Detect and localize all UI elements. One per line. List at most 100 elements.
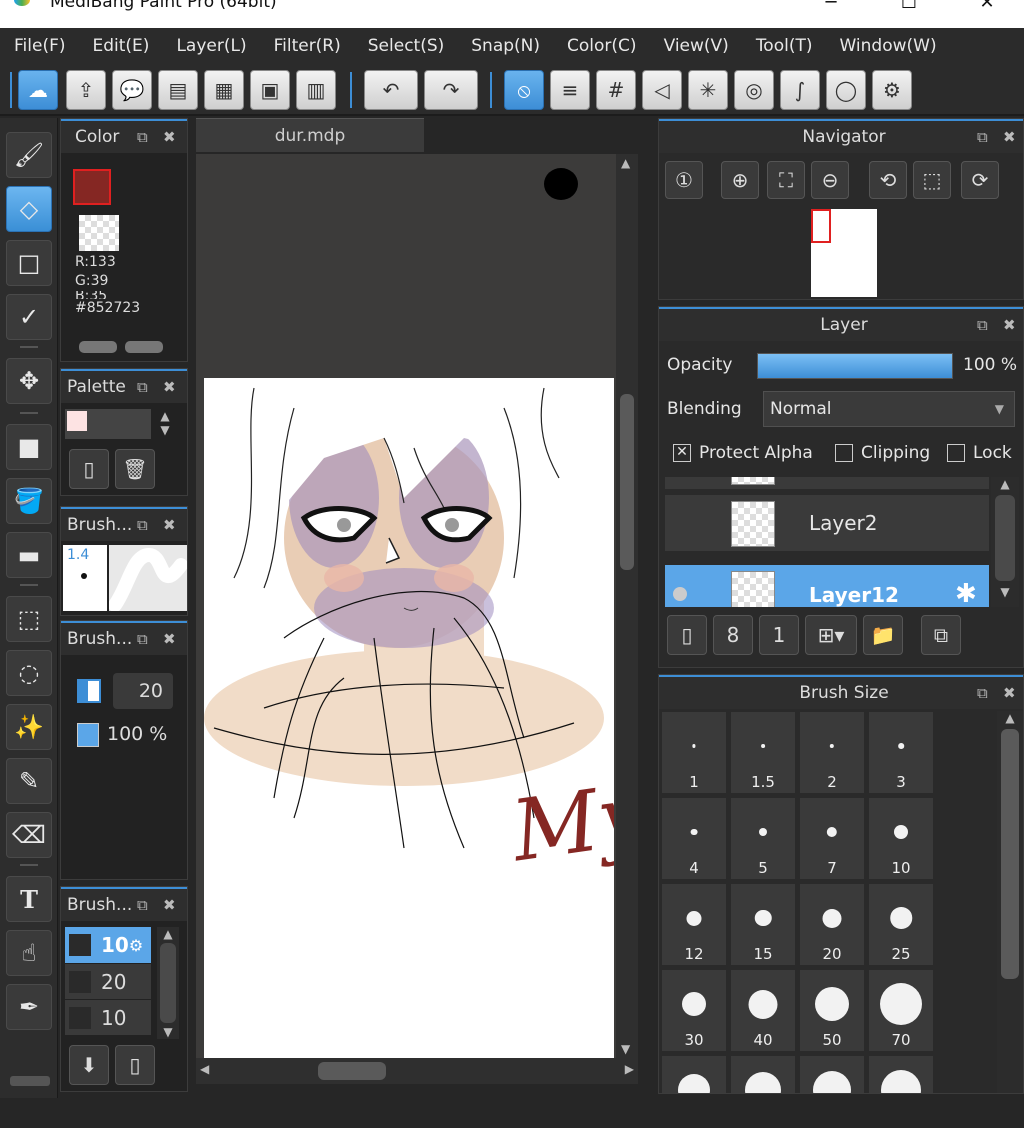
popout-icon[interactable]: ⧉ [137, 896, 148, 914]
protect-alpha-checkbox[interactable]: ✕ Protect Alpha [673, 443, 813, 463]
select-pen-tool-icon[interactable]: ✎ [6, 758, 52, 804]
layer-list-scrollbar[interactable]: ▲ ▼ [991, 477, 1019, 607]
select-eraser-tool-icon[interactable]: ⌫ [6, 812, 52, 858]
eyedropper-tool-icon[interactable]: ✒ [6, 984, 52, 1030]
menu-select[interactable]: Select(S) [368, 36, 445, 56]
close-panel-icon[interactable]: ✖ [1003, 684, 1016, 702]
brush-size-cell[interactable]: 12 [661, 883, 727, 966]
navigator-view-rect[interactable] [811, 209, 831, 243]
snap-off-button[interactable]: ⦸ [504, 70, 544, 110]
layer-row[interactable] [665, 477, 989, 491]
snap-settings-button[interactable]: ⚙ [872, 70, 912, 110]
add-layer-menu-button[interactable]: ⊞▾ [805, 615, 857, 655]
popout-icon[interactable]: ⧉ [137, 516, 148, 534]
brush-size-cell[interactable]: 15 [730, 883, 796, 966]
document-tab[interactable]: dur.mdp [196, 118, 424, 152]
grid-snap-button[interactable]: # [596, 70, 636, 110]
list-item[interactable]: 10 ⚙ [65, 927, 151, 963]
new-palette-button[interactable]: ▯ [69, 449, 109, 489]
gradient-tool-icon[interactable]: ▬ [6, 532, 52, 578]
popout-icon[interactable]: ⧉ [977, 316, 988, 334]
canvas-vertical-scroll-thumb[interactable] [620, 394, 634, 570]
comment-button[interactable]: ▤ [158, 70, 198, 110]
menu-snap[interactable]: Snap(N) [471, 36, 540, 56]
brush-tool-icon[interactable]: 🖌 [6, 132, 52, 178]
close-panel-icon[interactable]: ✖ [1003, 128, 1016, 146]
menu-filter[interactable]: Filter(R) [274, 36, 341, 56]
background-color-swatch[interactable] [79, 215, 119, 251]
brush-size-cell[interactable]: 7 [799, 797, 865, 880]
brush-size-cell[interactable]: 3 [868, 711, 934, 794]
canvas-horizontal-scroll-thumb[interactable] [318, 1062, 386, 1080]
popout-icon[interactable]: ⧉ [137, 378, 148, 396]
brush-size-cell[interactable]: 4 [661, 797, 727, 880]
popout-icon[interactable]: ⧉ [977, 128, 988, 146]
page-button[interactable]: ▦ [204, 70, 244, 110]
popout-icon[interactable]: ⧉ [137, 630, 148, 648]
lasso-tool-icon[interactable]: ◌ [6, 650, 52, 696]
fit-screen-icon[interactable]: ⛶ [767, 161, 805, 199]
brush-size-cell[interactable]: 1 [661, 711, 727, 794]
brush-size-cell[interactable]: 1.5 [730, 711, 796, 794]
ellipse-snap-button[interactable]: ◯ [826, 70, 866, 110]
layer-row[interactable]: Layer2 [665, 495, 989, 553]
brush-size-cell[interactable] [868, 1055, 934, 1093]
brush-list-scrollbar[interactable]: ▲ ▼ [157, 927, 179, 1039]
share-button[interactable]: ⇪ [66, 70, 106, 110]
menu-layer[interactable]: Layer(L) [176, 36, 246, 56]
redo-button[interactable]: ↷ [424, 70, 478, 110]
perspective-snap-button[interactable]: ◁ [642, 70, 682, 110]
opacity-slider[interactable] [757, 353, 953, 379]
maximize-button[interactable]: ☐ [894, 0, 924, 13]
panel-button[interactable]: ▣ [250, 70, 290, 110]
popout-icon[interactable]: ⧉ [977, 684, 988, 702]
close-panel-icon[interactable]: ✖ [163, 630, 176, 648]
zoom-in-icon[interactable]: ⊕ [721, 161, 759, 199]
brush-size-cell[interactable]: 5 [730, 797, 796, 880]
brush-size-input[interactable]: 20 [113, 673, 173, 709]
palette-list[interactable] [65, 409, 151, 439]
flip-icon[interactable]: ⬚ [913, 161, 951, 199]
palette-spinner[interactable]: ▲ ▼ [155, 409, 175, 439]
radial-snap-button[interactable]: ✳ [688, 70, 728, 110]
navigator-preview[interactable] [811, 209, 877, 297]
zoom-out-icon[interactable]: ⊖ [811, 161, 849, 199]
parallel-snap-button[interactable]: ≡ [550, 70, 590, 110]
brush-size-cell[interactable] [661, 1055, 727, 1093]
select-check-tool-icon[interactable]: ✓ [6, 294, 52, 340]
canvas-horizontal-scrollbar[interactable]: ◀ ▶ [196, 1058, 638, 1084]
magic-wand-tool-icon[interactable]: ✨ [6, 704, 52, 750]
foreground-color-swatch[interactable] [73, 169, 111, 205]
brush-size-scrollbar[interactable]: ▲ [997, 711, 1023, 1093]
rotate-left-icon[interactable]: ⟲ [869, 161, 907, 199]
brush-size-cell[interactable]: 20 [799, 883, 865, 966]
clipping-checkbox[interactable]: Clipping [835, 443, 930, 463]
menu-window[interactable]: Window(W) [839, 36, 936, 56]
undo-button[interactable]: ↶ [364, 70, 418, 110]
zoom-reset-icon[interactable]: ① [665, 161, 703, 199]
new-layer-button[interactable]: ▯ [667, 615, 707, 655]
dot-tool-icon[interactable]: □ [6, 240, 52, 286]
curve-snap-button[interactable]: ∫ [780, 70, 820, 110]
close-panel-icon[interactable]: ✖ [163, 896, 176, 914]
minimize-button[interactable]: ─ [816, 0, 846, 13]
brush-size-cell[interactable]: 2 [799, 711, 865, 794]
brush-size-cell[interactable]: 50 [799, 969, 865, 1052]
delete-palette-button[interactable]: 🗑 [115, 449, 155, 489]
menu-edit[interactable]: Edit(E) [93, 36, 150, 56]
rect-select-tool-icon[interactable]: ⬚ [6, 596, 52, 642]
menu-file[interactable]: File(F) [14, 36, 66, 56]
brush-size-cell[interactable]: 30 [661, 969, 727, 1052]
layer-settings-icon[interactable]: ✱ [955, 579, 977, 607]
new-1bit-layer-button[interactable]: 1 [759, 615, 799, 655]
new-brush-button[interactable]: ▯ [115, 1045, 155, 1085]
fill-rect-tool-icon[interactable]: ■ [6, 424, 52, 470]
close-panel-icon[interactable]: ✖ [1003, 316, 1016, 334]
duplicate-layer-button[interactable]: ⧉ [921, 615, 961, 655]
brush-size-cell[interactable]: 70 [868, 969, 934, 1052]
layer-row-selected[interactable]: Layer12 ✱ [665, 565, 989, 607]
operation-tool-icon[interactable]: ☝ [6, 930, 52, 976]
brush-size-cell[interactable] [799, 1055, 865, 1093]
menu-tool[interactable]: Tool(T) [756, 36, 813, 56]
visibility-icon[interactable] [673, 587, 687, 601]
